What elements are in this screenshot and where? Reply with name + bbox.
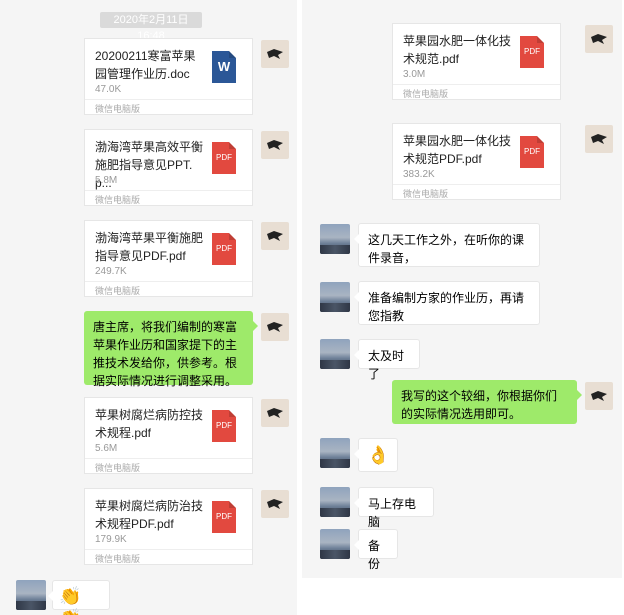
file-name: 苹果树腐烂病防治技术规程PDF.pdf: [95, 499, 204, 531]
file-message[interactable]: 渤海湾苹果高效平衡施肥指导意见PPT.p... PDF 5.8M 微信电脑版: [84, 129, 253, 206]
chat-pane-right: 苹果园水肥一体化技术规范.pdf PDF 3.0M 微信电脑版 苹果园水肥一体化…: [302, 0, 622, 578]
message-bubble[interactable]: 备份: [354, 529, 398, 571]
contact-avatar[interactable]: [320, 282, 350, 312]
my-avatar[interactable]: [261, 222, 289, 250]
divider: [393, 84, 560, 85]
file-source: 微信电脑版: [403, 189, 449, 199]
pdf-file-icon: PDF: [212, 233, 236, 265]
file-message[interactable]: 渤海湾苹果平衡施肥指导意见PDF.pdf PDF 249.7K 微信电脑版: [84, 220, 253, 297]
file-message[interactable]: 苹果园水肥一体化技术规范PDF.pdf PDF 383.2K 微信电脑版: [392, 123, 561, 200]
divider: [85, 190, 252, 191]
file-source: 微信电脑版: [95, 286, 141, 296]
message-bubble[interactable]: 太及时了: [354, 339, 420, 381]
file-name: 20200211寒富苹果园管理作业历.doc: [95, 49, 196, 81]
file-size: 5.8M: [95, 175, 118, 186]
file-source: 微信电脑版: [95, 104, 141, 114]
file-source: 微信电脑版: [95, 463, 141, 473]
my-avatar[interactable]: [585, 382, 613, 410]
my-avatar[interactable]: [585, 125, 613, 153]
pdf-file-icon: PDF: [212, 142, 236, 174]
my-avatar[interactable]: [585, 25, 613, 53]
my-avatar[interactable]: [261, 399, 289, 427]
divider: [85, 99, 252, 100]
file-source: 微信电脑版: [403, 89, 449, 99]
my-avatar[interactable]: [261, 313, 289, 341]
pdf-file-icon: PDF: [212, 501, 236, 533]
pdf-file-icon: PDF: [520, 36, 544, 68]
file-source: 微信电脑版: [95, 195, 141, 205]
divider: [85, 549, 252, 550]
divider: [85, 458, 252, 459]
timestamp: 2020年2月11日 16:48: [100, 12, 202, 42]
file-size: 5.6M: [95, 443, 118, 454]
pdf-file-icon: PDF: [520, 136, 544, 168]
file-message[interactable]: 苹果树腐烂病防控技术规程.pdf PDF 5.6M 微信电脑版: [84, 397, 253, 474]
file-size: 3.0M: [403, 69, 426, 80]
file-message[interactable]: 苹果园水肥一体化技术规范.pdf PDF 3.0M 微信电脑版: [392, 23, 561, 100]
file-size: 249.7K: [95, 266, 127, 277]
file-name: 苹果树腐烂病防控技术规程.pdf: [95, 408, 204, 440]
message-bubble[interactable]: 准备编制方家的作业历，再请您指教: [354, 281, 540, 325]
pdf-file-icon: PDF: [212, 410, 236, 442]
message-bubble[interactable]: 唐主席，将我们编制的寒富苹果作业历和国家提下的主推技术发给你，供参考。根据实际情…: [84, 311, 258, 388]
file-source: 微信电脑版: [95, 554, 141, 564]
my-avatar[interactable]: [261, 40, 289, 68]
message-bubble[interactable]: 马上存电脑: [354, 487, 434, 529]
divider: [393, 184, 560, 185]
emoji-message[interactable]: 👌: [354, 438, 398, 472]
chat-pane-left: 2020年2月11日 16:48 20200211寒富苹果园管理作业历.doc …: [0, 0, 297, 615]
file-size: 47.0K: [95, 84, 122, 95]
contact-avatar[interactable]: [16, 580, 46, 610]
file-message[interactable]: 20200211寒富苹果园管理作业历.doc W 47.0K 微信电脑版: [84, 38, 253, 115]
file-name: 渤海湾苹果平衡施肥指导意见PDF.pdf: [95, 231, 204, 263]
message-bubble[interactable]: 我写的这个较细，你根据你们的实际情况选用即可。: [392, 380, 582, 424]
contact-avatar[interactable]: [320, 487, 350, 517]
divider: [85, 281, 252, 282]
contact-avatar[interactable]: [320, 339, 350, 369]
contact-avatar[interactable]: [320, 224, 350, 254]
file-name: 苹果园水肥一体化技术规范.pdf: [403, 34, 512, 66]
clapping-hands-icon: 👏👏: [59, 586, 82, 615]
my-avatar[interactable]: [261, 490, 289, 518]
file-size: 383.2K: [403, 169, 435, 180]
contact-avatar[interactable]: [320, 438, 350, 468]
file-name: 苹果园水肥一体化技术规范PDF.pdf: [403, 134, 512, 166]
my-avatar[interactable]: [261, 131, 289, 159]
file-size: 179.9K: [95, 534, 127, 545]
ok-hand-icon: 👌: [367, 445, 390, 465]
emoji-message[interactable]: 👏👏: [48, 580, 110, 615]
contact-avatar[interactable]: [320, 529, 350, 559]
word-file-icon: W: [212, 51, 236, 83]
file-message[interactable]: 苹果树腐烂病防治技术规程PDF.pdf PDF 179.9K 微信电脑版: [84, 488, 253, 565]
message-bubble[interactable]: 这几天工作之外，在听你的课件录音，: [354, 223, 540, 267]
